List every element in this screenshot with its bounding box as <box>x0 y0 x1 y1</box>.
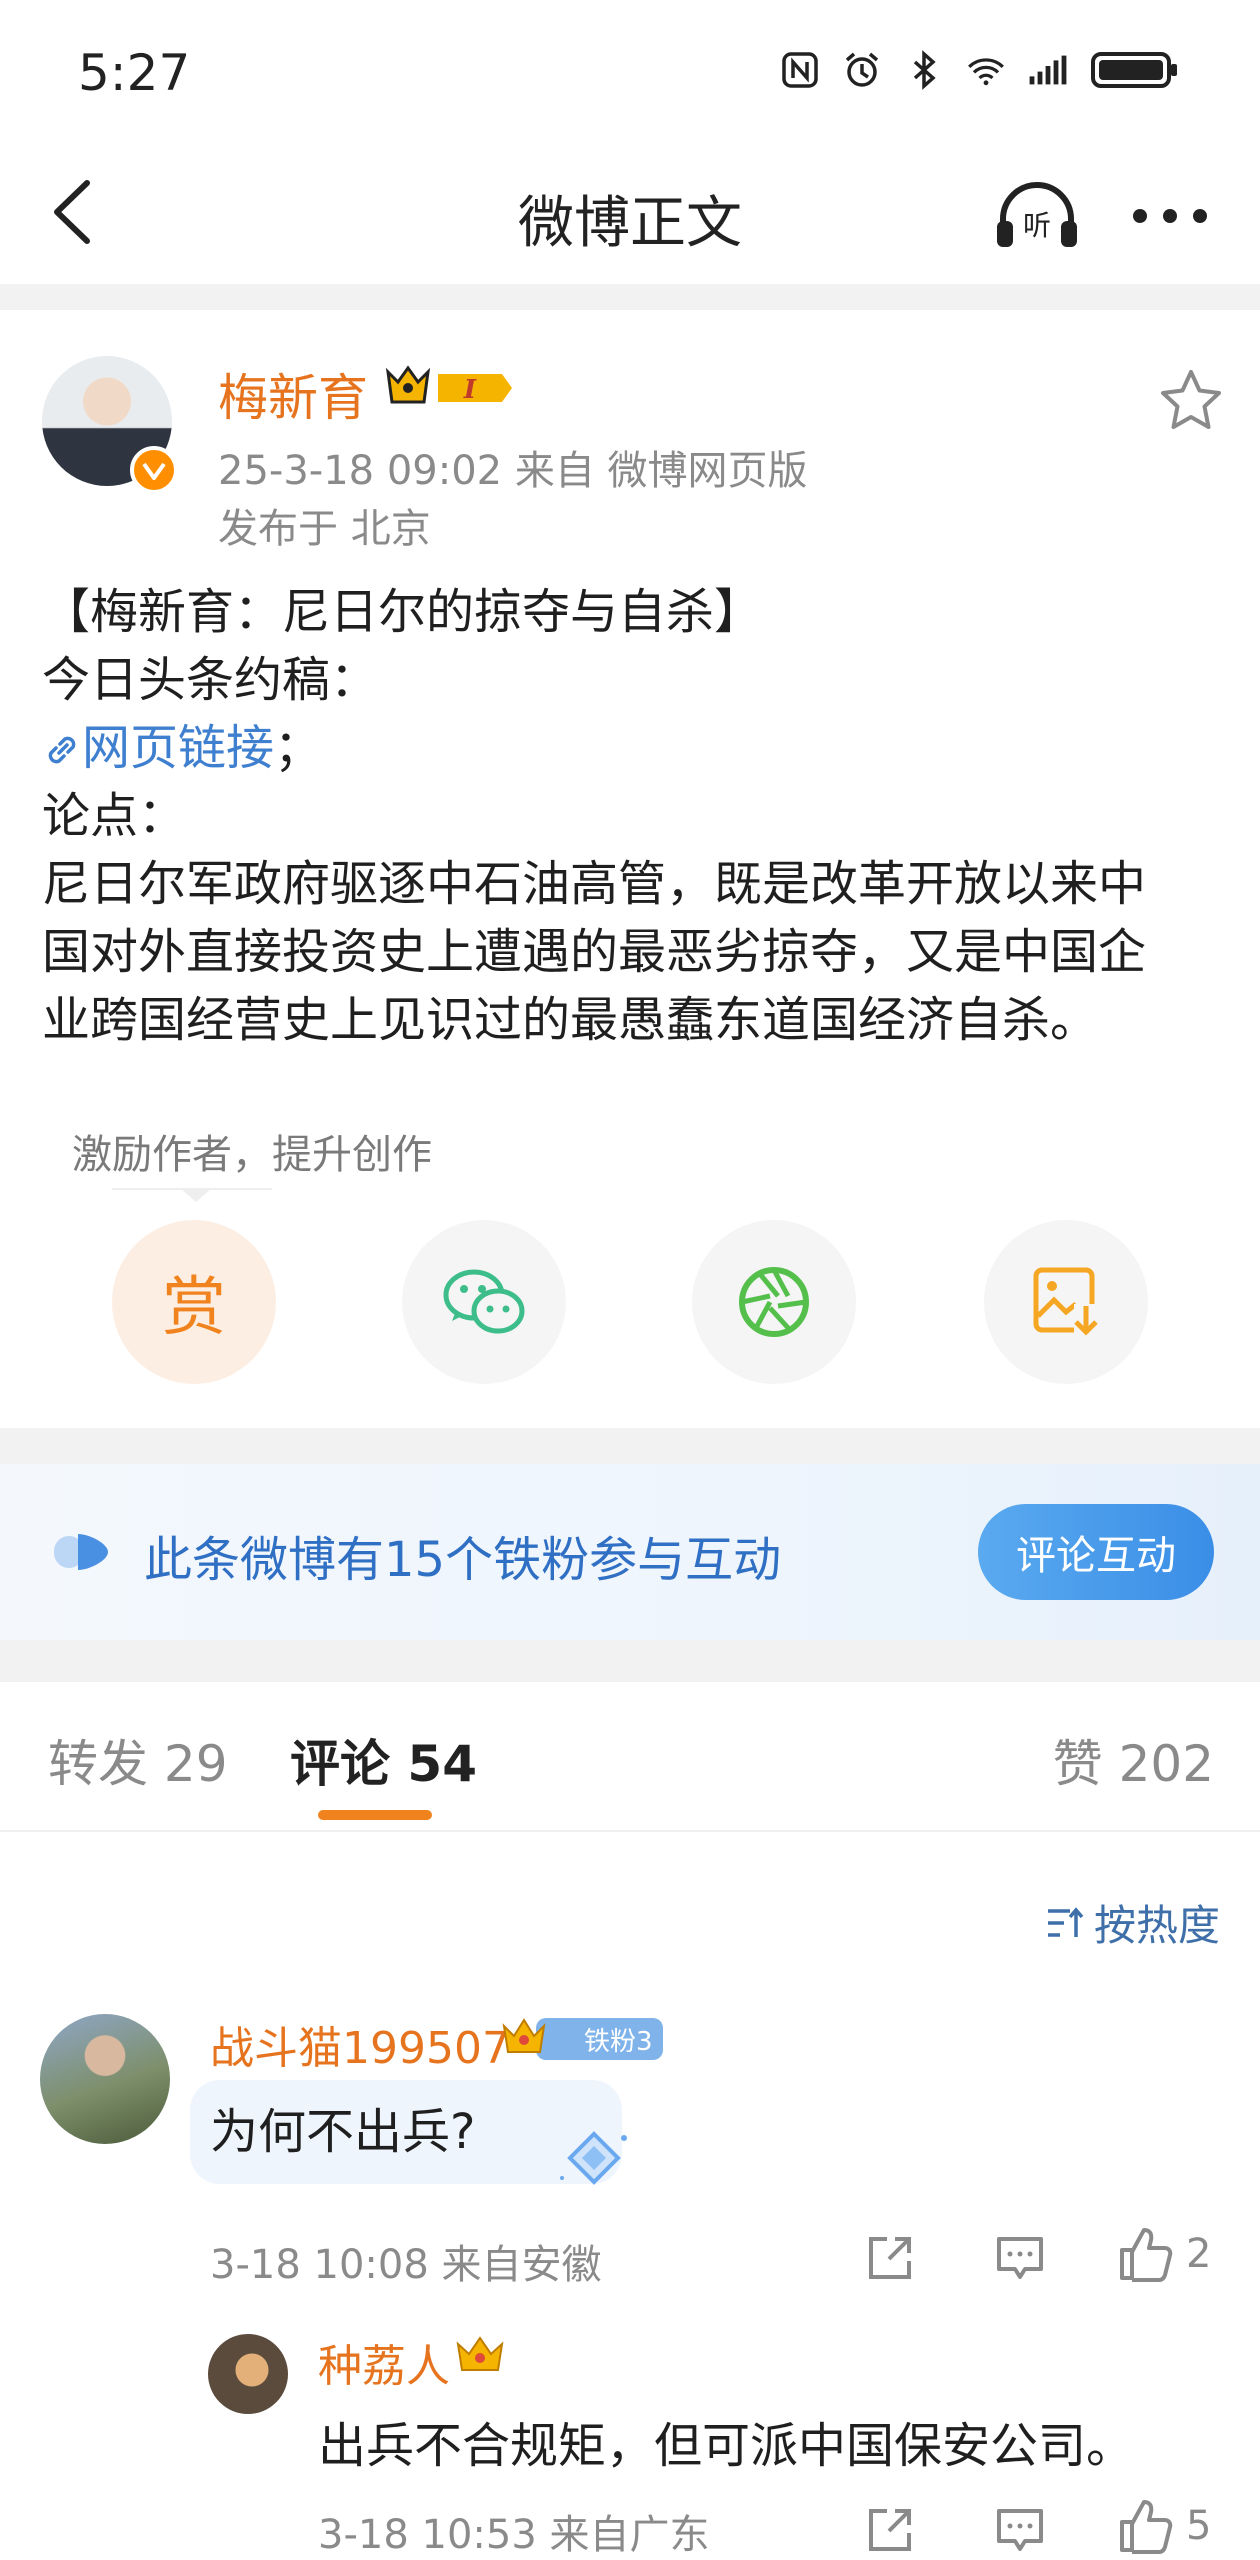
post-line: 论点： <box>42 788 187 844</box>
wifi-icon <box>966 50 1006 90</box>
share-wechat-button[interactable] <box>402 1220 566 1384</box>
link-icon <box>48 736 76 764</box>
comment-text: 为何不出兵? <box>210 2104 476 2160</box>
status-icons <box>780 50 1180 90</box>
headphones-listen-icon: 听 <box>997 182 1077 247</box>
post-line: 今日头条约稿： <box>42 652 379 708</box>
listen-button[interactable]: 听 <box>992 176 1082 256</box>
share-icon <box>869 2509 911 2551</box>
more-button[interactable] <box>1130 176 1210 256</box>
bluetooth-icon <box>904 50 944 90</box>
active-tab-indicator <box>318 1810 432 1820</box>
signal-icon <box>1028 50 1068 90</box>
sort-by-hot-button[interactable]: 按热度 <box>1046 1892 1220 1953</box>
share-icon <box>869 2237 911 2279</box>
iron-fan-text: 此条微博有15个铁粉参与互动 <box>144 1532 782 1588</box>
post-body: 【梅新育：尼日尔的掠夺与自杀】 今日头条约稿： 网页链接； 论点： 尼日尔军政府… <box>42 578 1232 1054</box>
diamond-sticker-icon <box>556 2128 632 2188</box>
post-line: 尼日尔军政府驱逐中石油高管，既是改革开放以来中 <box>42 856 1147 912</box>
divider <box>0 284 1260 310</box>
comment-icon <box>997 2237 1043 2279</box>
post-line: 【梅新育：尼日尔的掠夺与自杀】 <box>42 584 763 640</box>
wechat-icon <box>443 1269 525 1334</box>
tab-likes[interactable]: 赞 202 <box>1053 1724 1214 1796</box>
thumbs-up-icon <box>1120 2500 1173 2554</box>
like-button[interactable]: 2 <box>1118 2226 1211 2282</box>
alarm-icon <box>842 50 882 90</box>
reward-icon: 赏 <box>162 1271 226 1345</box>
reply-meta: 3-18 10:53 来自广东 <box>318 2512 710 2558</box>
reward-tip: 激励作者，提升创作 <box>72 1132 432 1178</box>
repost-comment-button[interactable] <box>860 2500 920 2560</box>
crown-icon <box>454 2330 506 2378</box>
iron-fan-badge: 铁粉3 <box>536 2018 663 2060</box>
battery-icon <box>1090 50 1180 90</box>
commenter-avatar[interactable] <box>40 2014 170 2144</box>
web-link-text[interactable]: 网页链接 <box>82 720 274 776</box>
post-link-line: 网页链接； <box>42 714 1232 782</box>
tab-comments[interactable]: 评论 54 <box>290 1724 477 1796</box>
repost-comment-button[interactable] <box>860 2228 920 2288</box>
save-image-icon <box>1033 1267 1100 1338</box>
reply-button[interactable] <box>990 2228 1050 2288</box>
post-line: 国对外直接投资史上遭遇的最恶劣掠夺，又是中国企 <box>42 924 1147 980</box>
favorite-star-icon[interactable] <box>1156 366 1226 436</box>
like-count: 2 <box>1186 2231 1212 2277</box>
comment-interact-button[interactable]: 评论互动 <box>978 1504 1214 1600</box>
divider <box>0 1640 1260 1682</box>
reply-name[interactable]: 种荔人 <box>318 2330 450 2394</box>
member-crown-badge-icon[interactable]: I <box>384 362 516 412</box>
like-count: 5 <box>1186 2503 1212 2549</box>
link-suffix: ； <box>274 720 323 776</box>
web-link[interactable]: 网页链接 <box>42 720 274 776</box>
more-dots-icon <box>1133 209 1207 223</box>
share-moments-button[interactable] <box>692 1220 856 1384</box>
reply-text: 出兵不合规矩，但可派中国保安公司。 <box>318 2418 1135 2474</box>
status-time: 5:27 <box>78 44 191 102</box>
svg-text:I: I <box>463 375 477 405</box>
reward-button[interactable]: 赏 <box>112 1220 276 1384</box>
svg-text:听: 听 <box>1023 209 1051 242</box>
reply-avatar[interactable] <box>208 2334 288 2414</box>
tab-repost[interactable]: 转发 29 <box>48 1724 228 1796</box>
tip-arrow <box>180 1188 212 1202</box>
commenter-name[interactable]: 战斗猫199507 <box>210 2012 510 2076</box>
sort-label[interactable]: 按热度 <box>1094 1892 1220 1953</box>
fan-badge-label: 铁粉3 <box>584 2026 653 2057</box>
comment-meta: 3-18 10:08 来自安徽 <box>210 2242 602 2288</box>
divider <box>0 1830 1260 1832</box>
author-name[interactable]: 梅新育 <box>218 358 368 430</box>
divider <box>0 1428 1260 1464</box>
save-image-button[interactable] <box>984 1220 1148 1384</box>
post-line: 业跨国经营史上见识过的最愚蠢东道国经济自杀。 <box>42 992 1099 1048</box>
like-button[interactable]: 5 <box>1118 2498 1211 2554</box>
comment-icon <box>997 2509 1043 2551</box>
thumbs-up-icon <box>1120 2228 1173 2282</box>
reply-button[interactable] <box>990 2500 1050 2560</box>
post-meta: 25-3-18 09:02 来自 微博网页版 <box>218 448 808 494</box>
verified-badge-icon <box>130 446 178 494</box>
moments-aperture-icon <box>739 1267 809 1337</box>
sort-icon <box>1048 1906 1084 1937</box>
post-location: 发布于 北京 <box>218 506 431 552</box>
crown-icon <box>500 2012 548 2060</box>
nfc-icon <box>780 50 820 90</box>
interaction-icon <box>52 1530 114 1574</box>
